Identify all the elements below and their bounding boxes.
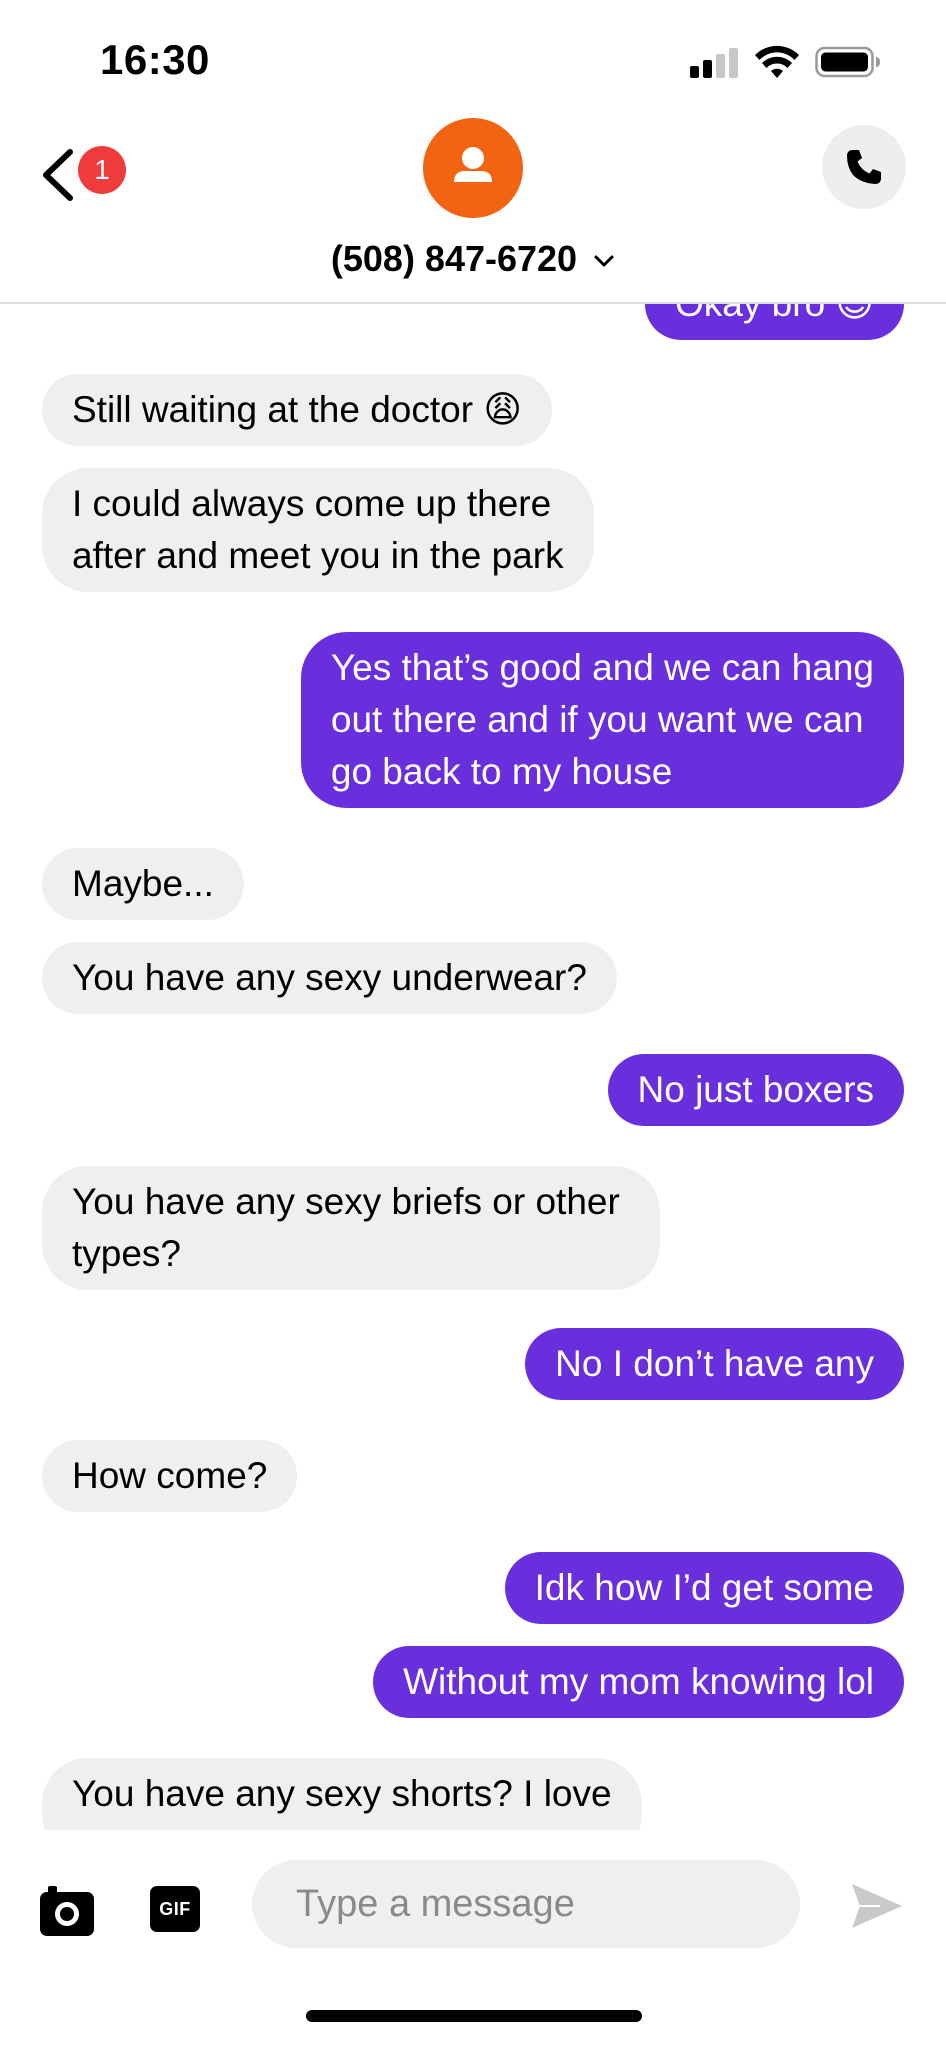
message-bubble-outgoing: Without my mom knowing lol [373, 1646, 904, 1718]
message-bubble-incoming: You have any sexy shorts? I love [42, 1758, 642, 1830]
message-bubble-outgoing: No just boxers [607, 1054, 904, 1126]
message-bubble-outgoing: Yes that’s good and we can hang out ther… [300, 632, 904, 808]
wifi-icon [755, 45, 799, 78]
conversation-header: 1 (508) 847-6720 [0, 110, 946, 304]
back-button[interactable] [34, 140, 84, 210]
chevron-down-icon [594, 255, 614, 267]
status-bar: 16:30 [0, 0, 946, 120]
message-bubble-incoming: You have any sexy briefs or other types? [42, 1166, 660, 1290]
contact-name[interactable]: (508) 847-6720 [0, 238, 946, 280]
camera-icon[interactable] [40, 1886, 94, 1936]
message-bubble-outgoing: Okay bro 😊 [645, 304, 904, 340]
message-bubble-incoming: Still waiting at the doctor 😩 [42, 374, 552, 446]
message-input[interactable] [252, 1860, 800, 1948]
unread-badge: 1 [78, 146, 126, 194]
call-button[interactable] [822, 125, 906, 209]
message-bubble-incoming: How come? [42, 1440, 298, 1512]
contact-avatar[interactable] [423, 118, 523, 218]
contact-phone-number: (508) 847-6720 [330, 238, 578, 279]
person-icon [454, 147, 492, 182]
cellular-signal-icon [690, 48, 740, 78]
status-time: 16:30 [100, 36, 210, 83]
message-bubble-incoming: You have any sexy underwear? [42, 942, 617, 1014]
message-bubble-incoming: Maybe... [42, 848, 244, 920]
message-thread[interactable]: Okay bro 😊 Still waiting at the doctor 😩… [0, 304, 946, 1830]
home-indicator [306, 2010, 642, 2022]
gif-button[interactable]: GIF [150, 1886, 200, 1932]
send-icon[interactable] [850, 1882, 904, 1930]
message-composer: GIF [0, 1830, 946, 2048]
phone-icon [847, 150, 881, 184]
message-bubble-incoming: I could always come up there after and m… [42, 468, 594, 592]
battery-icon [815, 46, 880, 78]
message-bubble-outgoing: Idk how I’d get some [504, 1552, 904, 1624]
message-bubble-outgoing: No I don’t have any [525, 1328, 904, 1400]
